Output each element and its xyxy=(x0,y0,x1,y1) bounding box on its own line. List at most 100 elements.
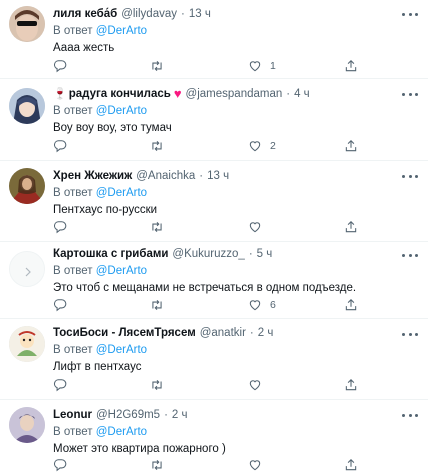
reply-icon xyxy=(53,299,67,312)
reply-mention[interactable]: @DerArto xyxy=(96,344,147,356)
reply-button[interactable] xyxy=(53,457,67,472)
separator-dot: · xyxy=(248,248,253,260)
avatar[interactable] xyxy=(9,88,45,124)
reply-prefix: В ответ xyxy=(53,105,93,117)
reply-button[interactable] xyxy=(53,377,67,393)
reply-prefix: В ответ xyxy=(53,265,93,277)
reply-button[interactable] xyxy=(53,297,67,313)
author-name[interactable]: радуга кончилась xyxy=(69,86,171,102)
author-handle[interactable]: @anatkir xyxy=(200,325,246,341)
author-handle[interactable]: @H2G69m5 xyxy=(96,407,160,423)
timestamp[interactable]: 13 ч xyxy=(207,168,229,184)
reply-tweet[interactable]: ТосиБоси - ЛясемТрясем @anatkir · 2 ч В … xyxy=(0,320,428,400)
more-options-icon[interactable] xyxy=(402,329,418,339)
author-name[interactable]: Leonur xyxy=(53,407,92,423)
more-options-icon[interactable] xyxy=(402,9,418,19)
more-options-icon[interactable] xyxy=(402,410,418,420)
reply-mention[interactable]: @DerArto xyxy=(96,265,147,277)
heart-icon xyxy=(249,61,261,72)
retweet-icon xyxy=(152,299,162,311)
tweet-text: Пентхаус по-русски xyxy=(53,204,158,216)
retweet-button[interactable] xyxy=(150,377,164,393)
author-handle[interactable]: @Kukuruzzo_ xyxy=(172,246,244,262)
author-name[interactable]: Картошка с грибами xyxy=(53,246,168,262)
share-button[interactable] xyxy=(344,219,358,235)
reply-context: В ответ @DerArto xyxy=(53,424,392,440)
wine-emoji: 🍷 xyxy=(53,88,67,100)
more-options-icon[interactable] xyxy=(402,89,418,99)
reply-context: В ответ @DerArto xyxy=(53,342,392,358)
reply-button[interactable] xyxy=(53,219,67,235)
share-button[interactable] xyxy=(344,138,358,154)
reply-tweet[interactable]: Leonur @H2G69m5 · 2 ч В ответ @DerArto М… xyxy=(0,401,428,472)
reply-mention[interactable]: @DerArto xyxy=(96,187,147,199)
share-button[interactable] xyxy=(344,457,358,472)
reply-icon xyxy=(53,140,67,153)
retweet-button[interactable] xyxy=(150,138,164,154)
timestamp[interactable]: 5 ч xyxy=(257,246,273,262)
avatar[interactable] xyxy=(9,168,45,204)
reply-tweet[interactable]: Картошка с грибами @Kukuruzzo_ · 5 ч В о… xyxy=(0,243,428,319)
reply-context: В ответ @DerArto xyxy=(53,23,392,39)
reply-button[interactable] xyxy=(53,138,67,154)
avatar[interactable] xyxy=(9,407,45,443)
reply-button[interactable] xyxy=(53,58,67,74)
timestamp[interactable]: 2 ч xyxy=(172,407,188,423)
reply-icon xyxy=(53,459,67,472)
tweet-text: Аааа жесть xyxy=(53,42,115,54)
reply-tweet[interactable]: Хрен Жжежиж @Anaichka · 13 ч В ответ @De… xyxy=(0,162,428,242)
avatar[interactable] xyxy=(9,6,45,42)
reply-icon xyxy=(53,60,67,73)
share-icon xyxy=(345,299,357,311)
like-button[interactable]: 6 xyxy=(248,297,276,313)
avatar[interactable] xyxy=(9,326,45,362)
like-button[interactable] xyxy=(248,457,270,472)
author-name[interactable]: лиля кеба́б xyxy=(53,6,117,22)
author-handle[interactable]: @Anaichka xyxy=(136,168,195,184)
reply-prefix: В ответ xyxy=(53,25,93,37)
heart-emoji-icon: ♥ xyxy=(173,86,182,101)
like-button[interactable] xyxy=(248,219,270,235)
reply-context: В ответ @DerArto xyxy=(53,263,392,279)
retweet-button[interactable] xyxy=(150,219,164,235)
reply-mention[interactable]: @DerArto xyxy=(96,105,147,117)
more-options-icon[interactable] xyxy=(402,171,418,181)
heart-icon xyxy=(249,460,261,471)
retweet-button[interactable] xyxy=(150,457,164,472)
retweet-button[interactable] xyxy=(150,297,164,313)
avatar[interactable] xyxy=(9,251,45,287)
retweet-button[interactable] xyxy=(150,58,164,74)
share-icon xyxy=(345,140,357,152)
share-button[interactable] xyxy=(344,297,358,313)
share-button[interactable] xyxy=(344,377,358,393)
author-handle[interactable]: @jamespandaman xyxy=(186,86,283,102)
like-button[interactable] xyxy=(248,377,270,393)
reply-prefix: В ответ xyxy=(53,426,93,438)
heart-icon xyxy=(249,300,261,311)
heart-icon xyxy=(249,141,261,152)
timestamp[interactable]: 4 ч xyxy=(294,86,310,102)
share-icon xyxy=(345,459,357,471)
share-icon xyxy=(345,60,357,72)
like-button[interactable]: 2 xyxy=(248,138,276,154)
reply-mention[interactable]: @DerArto xyxy=(96,25,147,37)
reply-mention[interactable]: @DerArto xyxy=(96,426,147,438)
separator-dot: · xyxy=(180,8,185,20)
author-name[interactable]: Хрен Жжежиж xyxy=(53,168,132,184)
author-handle[interactable]: @lilydavay xyxy=(121,6,177,22)
share-button[interactable] xyxy=(344,58,358,74)
timestamp[interactable]: 2 ч xyxy=(258,325,274,341)
reply-icon xyxy=(53,221,67,234)
retweet-icon xyxy=(152,60,162,72)
reply-tweet[interactable]: лиля кеба́б @lilydavay · 13 ч В ответ @D… xyxy=(0,0,428,79)
tweet-text: Это чтоб с мещанами не встречаться в одн… xyxy=(53,282,357,294)
reply-context: В ответ @DerArto xyxy=(53,185,392,201)
reply-prefix: В ответ xyxy=(53,344,93,356)
separator-dot: · xyxy=(249,327,254,339)
reply-tweet[interactable]: 🍷 радуга кончилась ♥ @jamespandaman · 4 … xyxy=(0,80,428,161)
author-name[interactable]: ТосиБоси - ЛясемТрясем xyxy=(53,325,196,341)
like-button[interactable]: 1 xyxy=(248,58,276,74)
more-options-icon[interactable] xyxy=(402,250,418,260)
timestamp[interactable]: 13 ч xyxy=(189,6,211,22)
tweet-text: Может это квартира пожарного ) xyxy=(53,443,226,455)
